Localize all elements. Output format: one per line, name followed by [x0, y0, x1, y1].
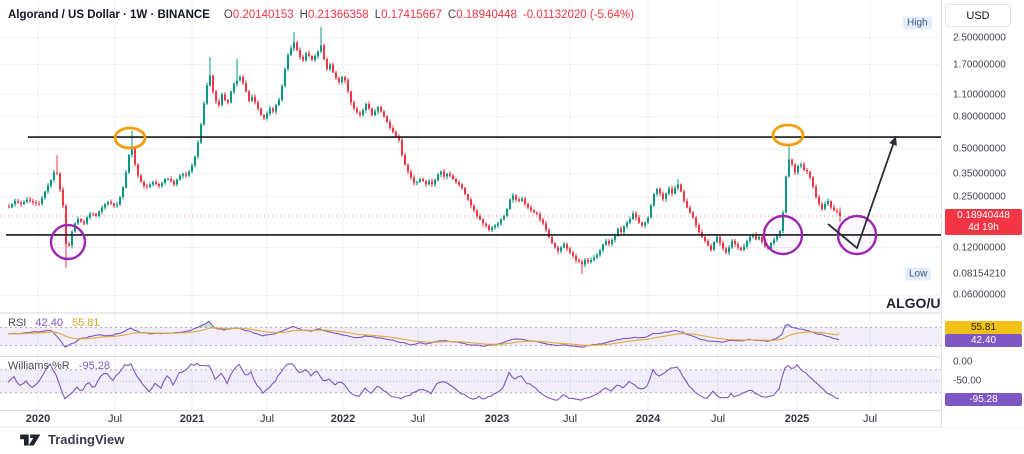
- price-axis-label: 1.70000000: [953, 59, 1006, 70]
- price-axis-label: 1.10000000: [953, 89, 1006, 100]
- purple-circle-annotation: [764, 216, 802, 254]
- low-value: 0.17415667: [381, 9, 442, 21]
- tradingview-attribution[interactable]: TradingView: [20, 432, 124, 447]
- time-axis-label: 2020: [26, 413, 50, 425]
- orange-ellipse-annotation: [773, 125, 803, 145]
- price-axis-label: 0.50000000: [953, 144, 1006, 155]
- low-price-value: 0.08154210: [953, 269, 1006, 280]
- time-axis-label: 2023: [485, 413, 509, 425]
- last-price-badge: 0.189404484d 19h: [945, 209, 1022, 235]
- rsi-badge: 42.40: [945, 334, 1022, 347]
- low-price-pill: Low: [905, 268, 931, 281]
- currency-usd-label: USD: [966, 10, 989, 22]
- time-axis-label: 2022: [331, 413, 355, 425]
- bar-countdown: 4d 19h: [947, 222, 1020, 234]
- price-axis[interactable]: 2.50000000 1.70000000 1.10000000 0.80000000…: [941, 0, 1024, 427]
- currency-usd-button[interactable]: USD: [945, 4, 1011, 27]
- close-label: C: [448, 9, 456, 21]
- wpr-label[interactable]: Williams %R: [8, 360, 70, 372]
- drawing-annotations[interactable]: [51, 125, 897, 259]
- wpr-axis-label: 0.00: [953, 357, 972, 368]
- wpr-legend: Williams %R -95.28: [8, 360, 116, 372]
- rsi-legend: RSI 42.40 55.81: [8, 317, 100, 329]
- wpr-axis-label: -50.00: [953, 376, 981, 387]
- rsi-extreme-fill: [198, 321, 794, 327]
- chart-legend: Algorand / US Dollar · 1W · BINANCE O0.20…: [8, 9, 634, 21]
- last-price-value: 0.18940448: [947, 210, 1020, 222]
- tradingview-chart-widget: Algorand / US Dollar · 1W · BINANCE O0.20…: [0, 0, 1024, 454]
- rsi-label[interactable]: RSI: [8, 317, 26, 329]
- time-axis-label: Jul: [863, 413, 877, 425]
- symbol-title[interactable]: Algorand / US Dollar · 1W · BINANCE: [8, 9, 210, 21]
- time-axis-label: 2021: [180, 413, 204, 425]
- price-axis-label: 0.25000000: [953, 191, 1006, 202]
- rsi-ma-badge: 55.81: [945, 321, 1022, 334]
- tradingview-brand-text: TradingView: [48, 432, 124, 447]
- price-axis-label: 0.80000000: [953, 111, 1006, 122]
- rsi-ma-value: 55.81: [72, 317, 100, 329]
- tradingview-logo-icon: [20, 433, 42, 447]
- time-axis-label: Jul: [260, 413, 274, 425]
- purple-circle-annotation: [51, 225, 85, 259]
- open-value: 0.20140153: [233, 9, 294, 21]
- time-axis-label: Jul: [563, 413, 577, 425]
- price-axis-label: 0.06000000: [953, 290, 1006, 301]
- orange-ellipse-annotation: [115, 128, 145, 148]
- time-axis-label: Jul: [108, 413, 122, 425]
- change-value: -0.01132020 (-5.64%): [523, 9, 634, 21]
- high-price-pill: High: [903, 17, 932, 30]
- price-axis-label: 0.12000000: [953, 242, 1006, 253]
- wpr-value: -95.28: [79, 360, 110, 372]
- close-value: 0.18940448: [456, 9, 517, 21]
- high-value: 0.21366358: [308, 9, 369, 21]
- price-axis-label: 2.50000000: [953, 33, 1006, 44]
- time-axis-label: 2024: [636, 413, 660, 425]
- time-axis-label: Jul: [411, 413, 425, 425]
- chart-canvas[interactable]: [0, 0, 1024, 454]
- open-label: O: [224, 9, 233, 21]
- time-axis-label: 2025: [785, 413, 809, 425]
- time-axis-label: Jul: [711, 413, 725, 425]
- wpr-badge: -95.28: [945, 393, 1022, 406]
- rsi-value: 42.40: [35, 317, 63, 329]
- price-axis-label: 0.35000000: [953, 168, 1006, 179]
- high-label: H: [300, 9, 308, 21]
